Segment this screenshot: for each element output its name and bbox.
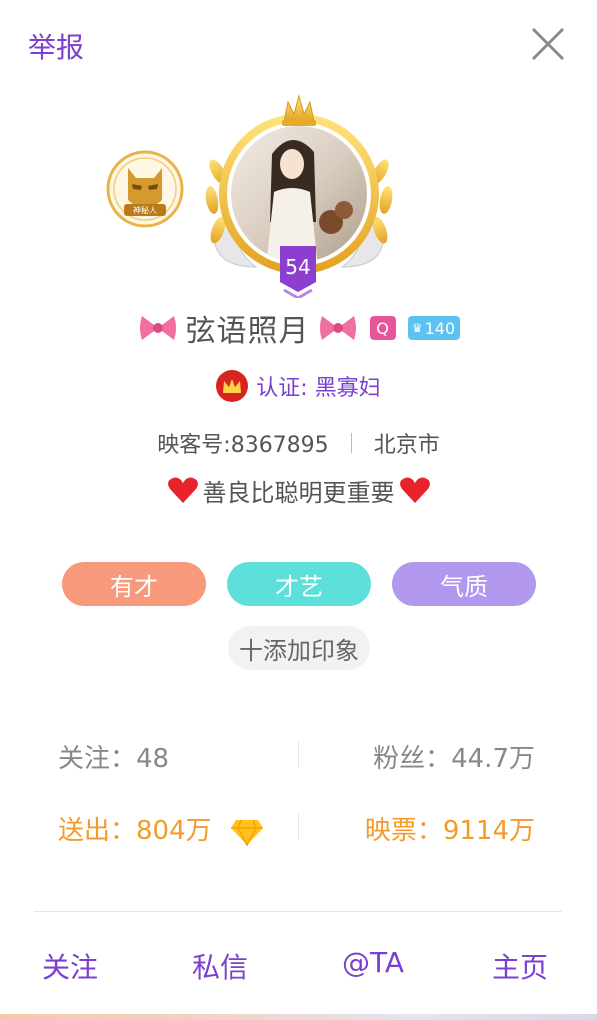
user-profile-card: 举报 神秘人 54 弦语照月 Q ♛ 140 认证: 黑寡妇 映客号:83678…: [0, 0, 597, 1020]
info-separator: [350, 433, 352, 453]
pink-bow-icon: [139, 316, 176, 340]
verify-row: 认证: 黑寡妇: [0, 368, 597, 404]
mention-button[interactable]: @TA: [342, 946, 404, 979]
stats-separator: [298, 814, 299, 840]
user-city: 北京市: [373, 433, 440, 458]
red-heart-icon: [399, 477, 430, 503]
stats-separator: [298, 742, 299, 768]
name-row: 弦语照月 Q ♛ 140: [0, 306, 597, 350]
impression-tag[interactable]: 气质: [392, 562, 536, 606]
level-number: 54: [285, 255, 310, 279]
level-badge: 54: [280, 246, 316, 298]
signature-text: 善良比聪明更重要: [202, 478, 395, 507]
crown-level-badge: ♛ 140: [407, 316, 460, 340]
action-bar: 关注 私信 @TA 主页: [0, 946, 597, 990]
add-impression-button[interactable]: 十添加印象: [228, 626, 370, 670]
follow-count[interactable]: 关注：48: [58, 738, 169, 775]
message-button[interactable]: 私信: [192, 946, 248, 986]
verify-label: 认证: 黑寡妇: [256, 376, 381, 401]
tickets-count[interactable]: 映票：9114万: [365, 810, 535, 847]
user-id: 映客号:8367895: [157, 433, 329, 458]
follow-button[interactable]: 关注: [42, 946, 98, 986]
report-button[interactable]: 举报: [28, 26, 84, 66]
sent-stat[interactable]: 送出：804万: [58, 810, 264, 847]
signature-row: 善良比聪明更重要: [0, 470, 597, 510]
stats: 关注：48 粉丝：44.7万 送出：804万 映票：9114万: [0, 730, 597, 874]
crown-small-icon: ♛: [411, 321, 423, 335]
mystery-badge-text: 神秘人: [133, 205, 157, 215]
red-heart-icon: [167, 477, 198, 503]
close-icon[interactable]: [528, 24, 568, 64]
stats-row-gifts: 送出：804万 映票：9114万: [0, 802, 597, 852]
impression-tags: 有才 才艺 气质: [62, 562, 536, 606]
stats-row-social: 关注：48 粉丝：44.7万: [0, 730, 597, 780]
q-badge: Q: [369, 316, 396, 340]
fans-count[interactable]: 粉丝：44.7万: [373, 738, 535, 775]
impression-tag[interactable]: 才艺: [227, 562, 371, 606]
diamond-icon: [230, 819, 263, 846]
user-name: 弦语照月: [185, 314, 310, 349]
mystery-mask-badge-icon: 神秘人: [106, 150, 184, 228]
impression-tag[interactable]: 有才: [62, 562, 206, 606]
bottom-strip: [0, 1014, 597, 1020]
actions-divider: [34, 911, 562, 912]
sent-count: 送出：804万: [58, 816, 212, 846]
pink-bow-icon: [319, 316, 356, 340]
crown-icon: [216, 370, 249, 402]
homepage-button[interactable]: 主页: [492, 946, 548, 986]
crown-level-value: 140: [424, 318, 456, 338]
info-row: 映客号:8367895 北京市: [0, 426, 597, 460]
